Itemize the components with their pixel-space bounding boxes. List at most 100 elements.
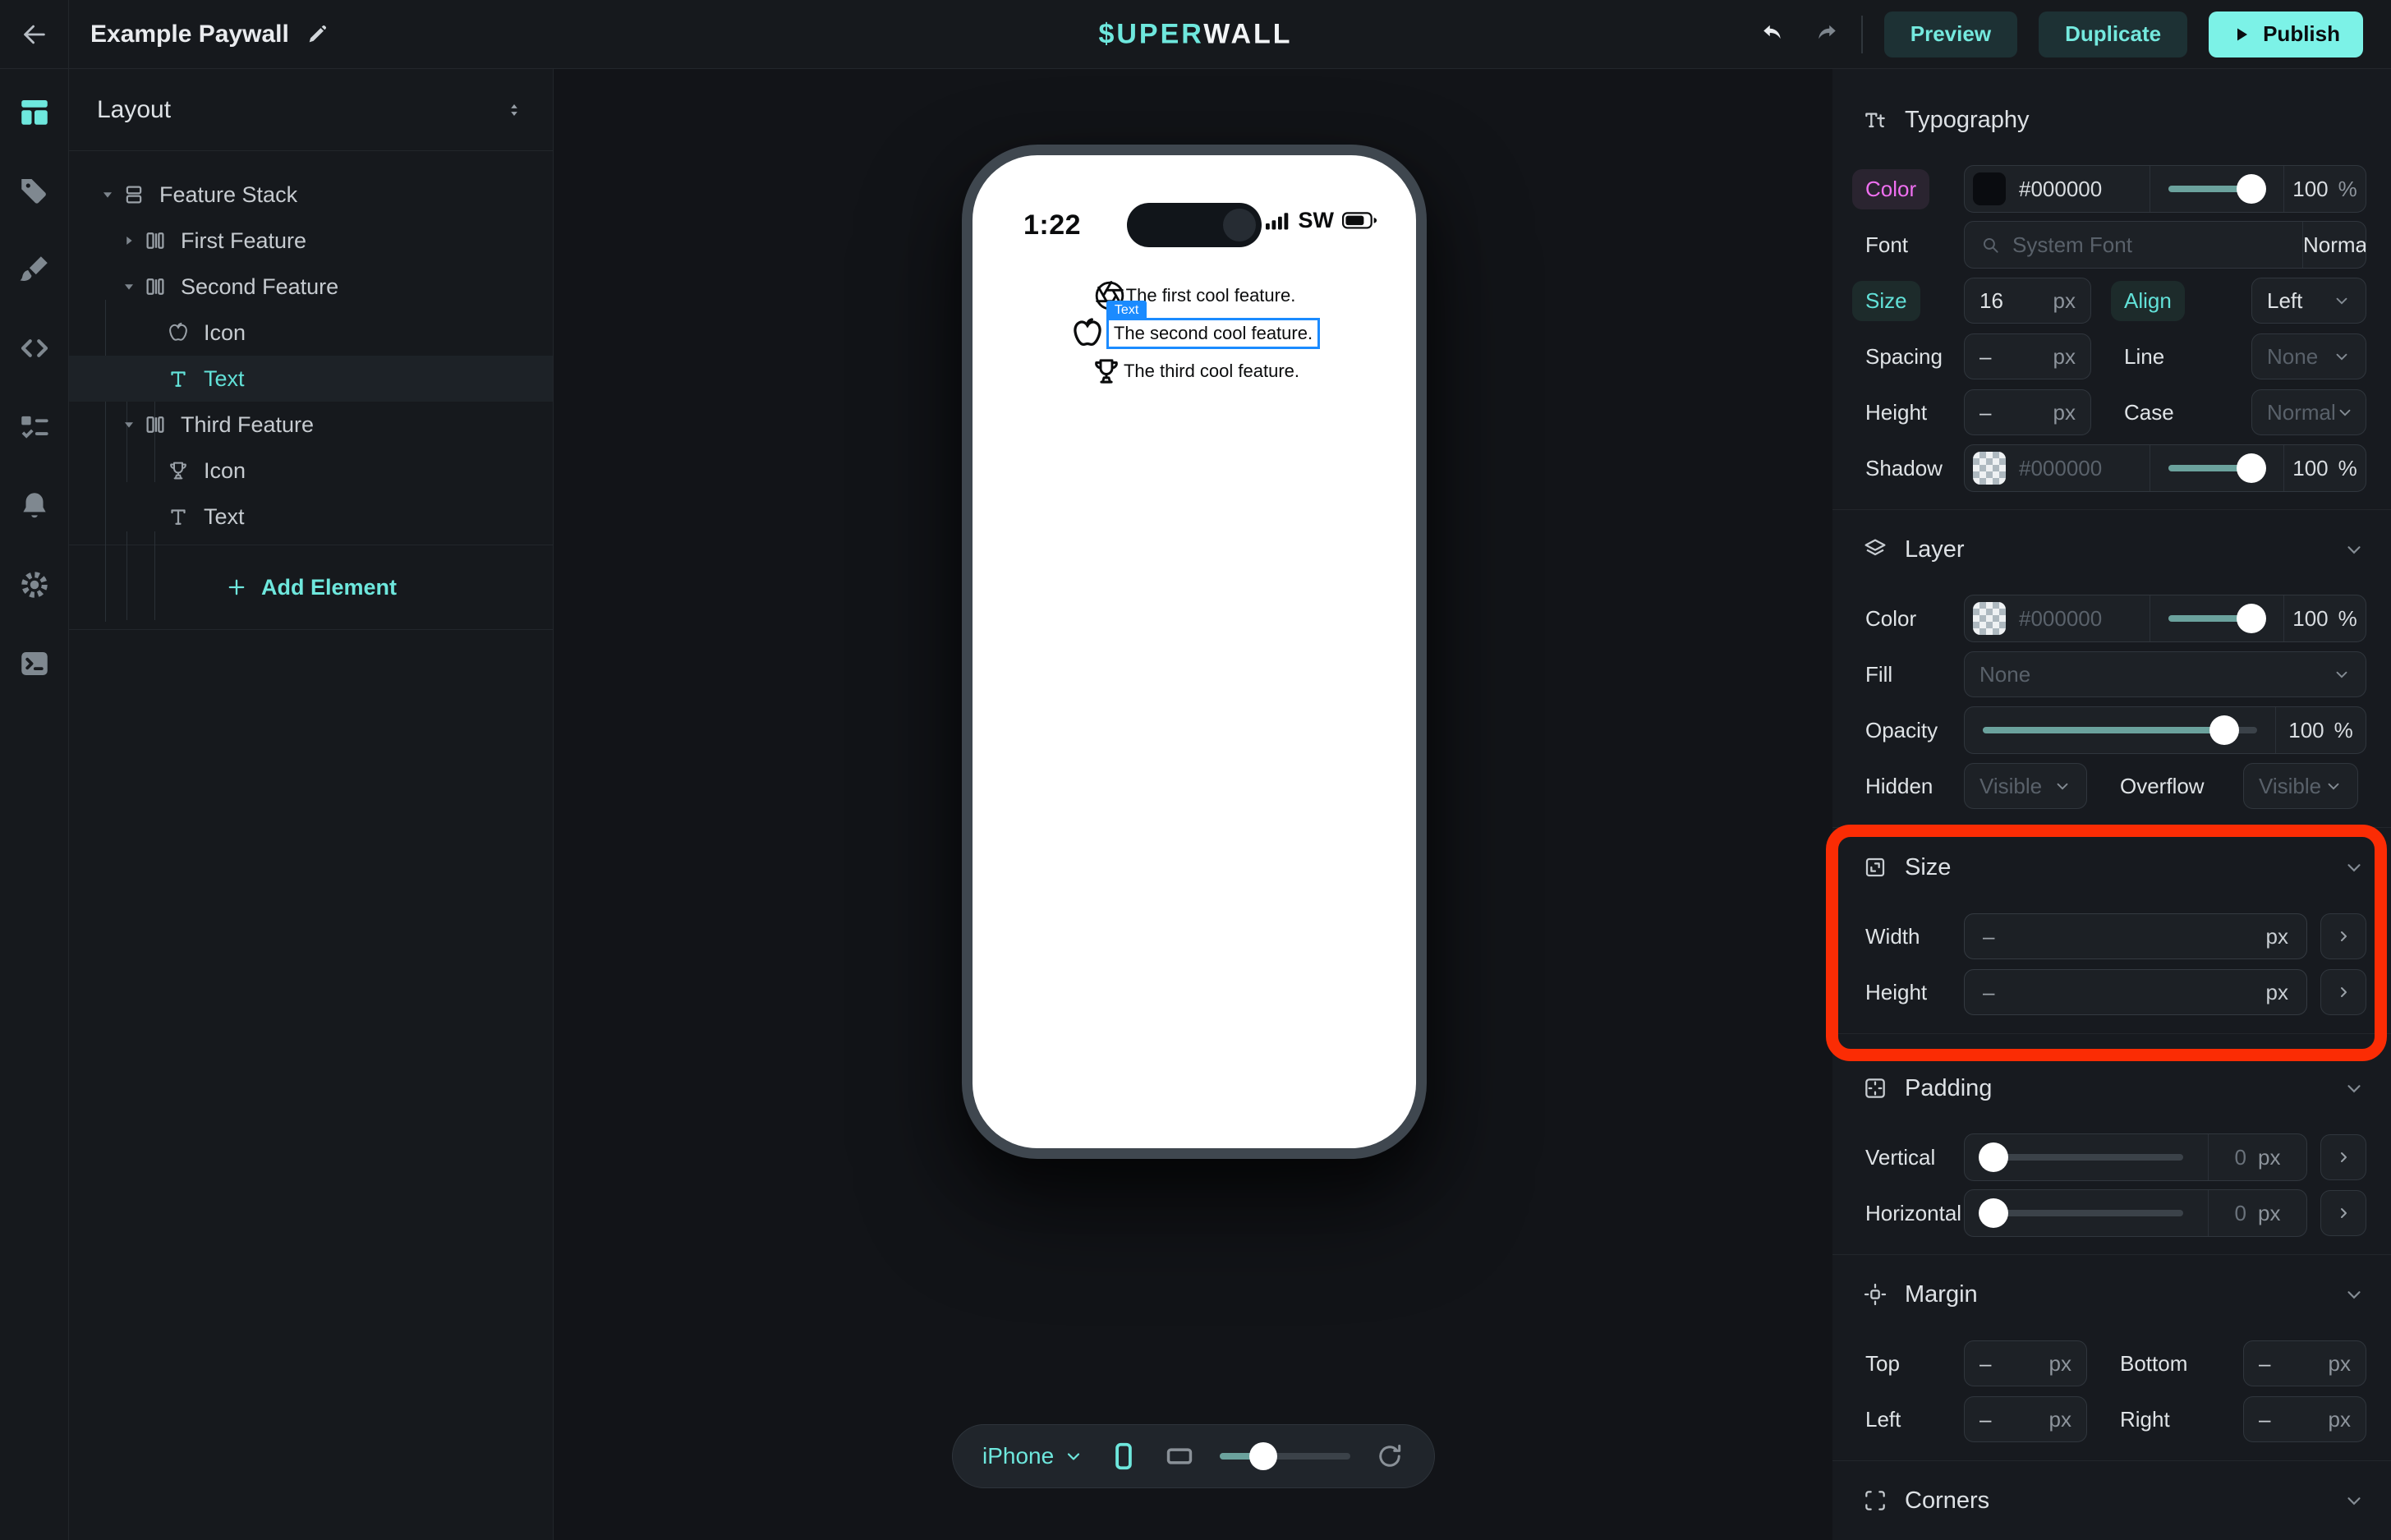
layer-color-opacity-field[interactable]: 100% xyxy=(2283,595,2366,641)
font-search-input[interactable] xyxy=(2012,232,2288,258)
vertical-padding-field[interactable]: 0px xyxy=(2208,1134,2306,1180)
layer-color-swatch[interactable] xyxy=(1973,602,2006,635)
tree-item-first-feature[interactable]: First Feature xyxy=(69,218,553,264)
duplicate-button[interactable]: Duplicate xyxy=(2039,11,2187,57)
line-dropdown[interactable]: None xyxy=(2251,333,2366,379)
shadow-opacity-slider[interactable] xyxy=(2150,445,2283,491)
align-dropdown[interactable]: Left xyxy=(2251,278,2366,324)
line-height-input[interactable]: –px xyxy=(1964,389,2091,435)
slider-thumb[interactable] xyxy=(1979,1198,2008,1228)
align-chip[interactable]: Align xyxy=(2111,281,2185,321)
caret-down-icon[interactable] xyxy=(115,416,143,434)
back-button[interactable] xyxy=(0,0,69,69)
margin-section-header[interactable]: Margin xyxy=(1832,1265,2391,1324)
tree-item-text[interactable]: Text xyxy=(69,494,553,540)
padding-section-header[interactable]: Padding xyxy=(1832,1059,2391,1118)
rail-layout-button[interactable] xyxy=(16,94,53,130)
tree-item-text-selected[interactable]: Text xyxy=(69,356,553,402)
letter-spacing-input[interactable]: –px xyxy=(1964,333,2091,379)
toolbar-divider xyxy=(1861,16,1863,53)
layer-color-hex-field[interactable]: #000000 xyxy=(1965,595,2150,641)
portrait-orientation-button[interactable] xyxy=(1108,1441,1139,1472)
undo-button[interactable] xyxy=(1759,20,1789,49)
tree-item-label: Second Feature xyxy=(181,274,338,300)
margin-bottom-input[interactable]: –px xyxy=(2243,1340,2366,1386)
zoom-slider[interactable] xyxy=(1220,1453,1350,1460)
edit-title-button[interactable] xyxy=(306,23,329,46)
rail-checklist-button[interactable] xyxy=(16,409,53,445)
feature-row-third[interactable]: The third cool feature. xyxy=(1089,352,1299,390)
color-opacity-field[interactable]: 100% xyxy=(2283,166,2366,212)
shadow-color-swatch[interactable] xyxy=(1973,452,2006,485)
add-element-button[interactable]: Add Element xyxy=(69,545,553,630)
landscape-orientation-button[interactable] xyxy=(1164,1441,1195,1472)
caret-right-icon[interactable] xyxy=(115,232,143,250)
code-icon xyxy=(17,331,52,365)
height-expand-button[interactable] xyxy=(2320,969,2366,1015)
width-expand-button[interactable] xyxy=(2320,913,2366,959)
margin-top-input[interactable]: –px xyxy=(1964,1340,2087,1386)
device-select-dropdown[interactable]: iPhone xyxy=(982,1443,1083,1469)
font-size-input[interactable]: 16px xyxy=(1964,278,2091,324)
overflow-dropdown[interactable]: Visible xyxy=(2243,763,2358,809)
color-opacity-slider[interactable] xyxy=(2150,166,2283,212)
tree-item-feature-stack[interactable]: Feature Stack xyxy=(69,172,553,218)
margin-right-input[interactable]: –px xyxy=(2243,1396,2366,1442)
horizontal-padding-expand-button[interactable] xyxy=(2320,1190,2366,1236)
rail-settings-button[interactable] xyxy=(16,567,53,603)
sort-layers-button[interactable] xyxy=(503,99,525,121)
vertical-padding-slider[interactable] xyxy=(1965,1134,2208,1180)
feature-row-second[interactable]: Text The second cool feature. xyxy=(1069,315,1320,352)
height-input[interactable]: –px xyxy=(1964,969,2307,1015)
opacity-slider[interactable] xyxy=(1965,707,2275,753)
color-hex-field[interactable]: #000000 xyxy=(1965,166,2150,212)
shadow-hex-field[interactable]: #000000 xyxy=(1965,445,2150,491)
fill-dropdown[interactable]: None xyxy=(1964,651,2366,697)
shadow-opacity-field[interactable]: 100% xyxy=(2283,445,2366,491)
case-label: Case xyxy=(2124,400,2251,425)
slider-thumb[interactable] xyxy=(2237,604,2266,633)
slider-thumb[interactable] xyxy=(2237,453,2266,483)
vertical-padding-expand-button[interactable] xyxy=(2320,1134,2366,1180)
redo-button[interactable] xyxy=(1810,20,1840,49)
tree-item-icon[interactable]: Icon xyxy=(69,448,553,494)
preview-button[interactable]: Preview xyxy=(1884,11,2017,57)
layer-section-header[interactable]: Layer xyxy=(1832,520,2391,579)
slider-thumb[interactable] xyxy=(2237,174,2266,204)
slider-thumb[interactable] xyxy=(2209,715,2239,745)
horizontal-padding-field[interactable]: 0px xyxy=(2208,1190,2306,1236)
rail-theme-button[interactable] xyxy=(16,251,53,287)
rail-code-button[interactable] xyxy=(16,330,53,366)
layer-color-group: #000000 100% xyxy=(1964,595,2366,642)
publish-button[interactable]: Publish xyxy=(2209,11,2363,57)
selected-text-element[interactable]: Text The second cool feature. xyxy=(1106,318,1320,349)
hidden-label: Hidden xyxy=(1865,774,1964,799)
caret-down-icon[interactable] xyxy=(94,186,122,204)
case-dropdown[interactable]: Normal xyxy=(2251,389,2366,435)
tree-item-icon[interactable]: Icon xyxy=(69,310,553,356)
tree-item-third-feature[interactable]: Third Feature xyxy=(69,402,553,448)
color-swatch[interactable] xyxy=(1973,172,2006,205)
rail-products-button[interactable] xyxy=(16,172,53,209)
caret-down-icon[interactable] xyxy=(115,278,143,296)
rail-notifications-button[interactable] xyxy=(16,488,53,524)
refresh-preview-button[interactable] xyxy=(1375,1441,1405,1471)
corners-section-header[interactable]: Corners xyxy=(1832,1471,2391,1530)
horizontal-padding-slider[interactable] xyxy=(1965,1190,2208,1236)
rail-console-button[interactable] xyxy=(16,646,53,682)
layer-color-opacity-slider[interactable] xyxy=(2150,595,2283,641)
margin-left-input[interactable]: –px xyxy=(1964,1396,2087,1442)
spacing-label: Spacing xyxy=(1865,344,1964,370)
font-size-chip[interactable]: Size xyxy=(1852,281,1920,321)
tree-item-second-feature[interactable]: Second Feature xyxy=(69,264,553,310)
width-input[interactable]: –px xyxy=(1964,913,2307,959)
zoom-slider-thumb[interactable] xyxy=(1249,1442,1277,1470)
font-weight-selector[interactable]: Normal xyxy=(2302,222,2366,268)
hidden-dropdown[interactable]: Visible xyxy=(1964,763,2087,809)
size-section-header[interactable]: Size xyxy=(1832,838,2391,897)
slider-thumb[interactable] xyxy=(1979,1142,2008,1172)
opacity-field[interactable]: 100% xyxy=(2275,707,2366,753)
color-property-chip[interactable]: Color xyxy=(1852,169,1929,209)
font-search-field[interactable] xyxy=(1965,222,2302,268)
typography-section-header[interactable]: Typography xyxy=(1832,90,2391,149)
